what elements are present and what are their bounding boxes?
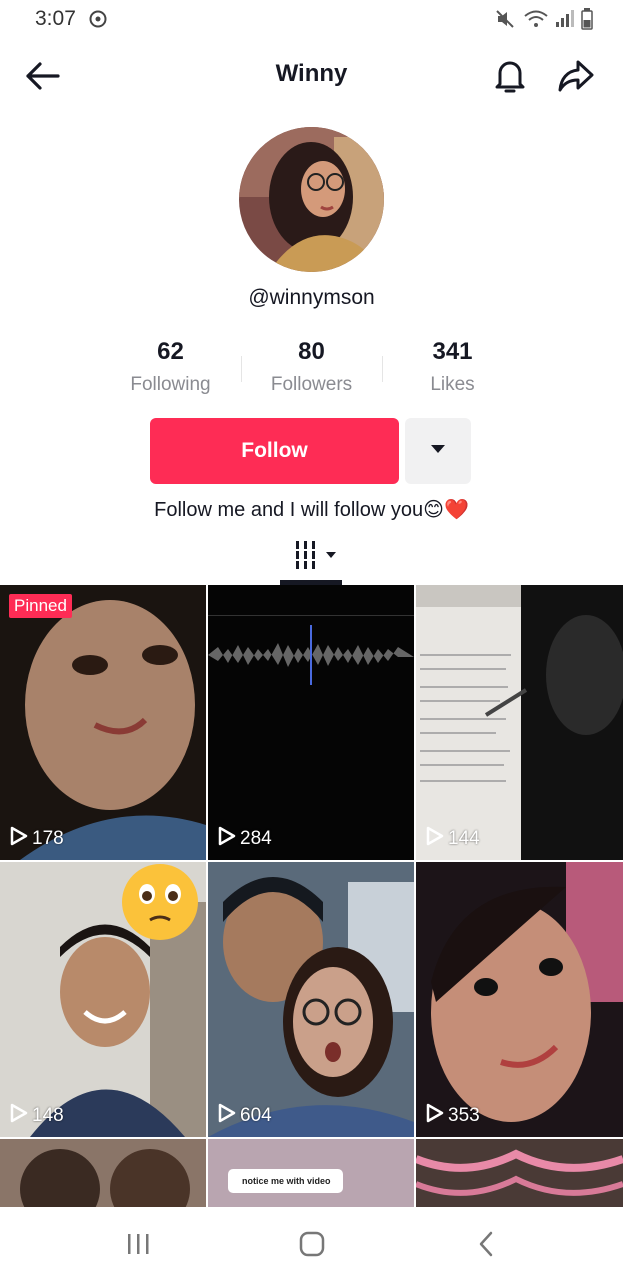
video-thumbnail — [0, 862, 206, 1137]
username: @winnymson — [248, 286, 375, 309]
play-icon — [218, 826, 236, 852]
back-nav-icon[interactable] — [472, 1229, 502, 1259]
video-thumbnail — [208, 1139, 414, 1207]
view-count-label: 148 — [32, 1105, 64, 1126]
view-count: 353 — [426, 1103, 480, 1129]
following-label: Following — [130, 374, 211, 395]
view-count-label: 178 — [32, 828, 64, 849]
video-thumbnail — [208, 862, 414, 1137]
view-count: 604 — [218, 1103, 272, 1129]
reply-caption: notice me with video — [242, 1176, 331, 1186]
status-bar: 3:07 — [0, 0, 623, 38]
video-tile[interactable]: 604 — [208, 862, 414, 1137]
status-time: 3:07 — [35, 7, 76, 30]
video-tile[interactable]: 284 — [208, 585, 414, 860]
view-count: 144 — [426, 826, 480, 852]
video-tile[interactable]: 353 — [416, 862, 623, 1137]
play-icon — [10, 1103, 28, 1129]
header: Winny — [0, 50, 623, 102]
share-icon[interactable] — [556, 58, 596, 94]
video-tile[interactable]: 148 — [0, 862, 206, 1137]
pinned-badge: Pinned — [9, 594, 72, 618]
video-thumbnail — [208, 585, 414, 860]
view-count-label: 144 — [448, 828, 480, 849]
video-thumbnail — [0, 585, 206, 860]
followers-count: 80 — [298, 338, 325, 365]
battery-icon — [581, 8, 593, 35]
video-tile[interactable] — [416, 1139, 623, 1207]
video-thumbnail — [416, 862, 623, 1137]
wifi-icon — [523, 9, 549, 34]
likes-label: Likes — [430, 374, 475, 395]
following-count: 62 — [157, 338, 184, 365]
view-count: 148 — [10, 1103, 64, 1129]
view-count: 284 — [218, 826, 272, 852]
stat-followers[interactable]: 80 Followers — [241, 338, 382, 396]
followers-label: Followers — [270, 374, 353, 395]
page-title: Winny — [275, 60, 348, 87]
view-count: 178 — [10, 826, 64, 852]
likes-count: 341 — [432, 338, 473, 365]
view-count-label: 284 — [240, 828, 272, 849]
suggested-accounts-button[interactable] — [405, 418, 471, 484]
video-tile[interactable]: 144 — [416, 585, 623, 860]
avatar[interactable] — [239, 127, 384, 272]
video-thumbnail — [0, 1139, 206, 1207]
bio: Follow me and I will follow you😊❤️ — [154, 499, 469, 521]
stat-likes: 341 Likes — [382, 338, 523, 396]
signal-icon — [555, 9, 575, 34]
play-icon — [426, 826, 444, 852]
home-icon[interactable] — [297, 1229, 327, 1259]
bell-icon[interactable] — [492, 56, 528, 96]
video-thumbnail — [416, 585, 623, 860]
video-thumbnail — [416, 1139, 623, 1207]
system-nav-bar — [0, 1207, 623, 1280]
videos-grid-tab-icon[interactable] — [294, 540, 340, 570]
stat-following[interactable]: 62 Following — [100, 338, 241, 396]
profile-stats: 62 Following 80 Followers 341 Likes — [100, 338, 523, 402]
status-icons — [495, 8, 593, 35]
play-icon — [10, 826, 28, 852]
video-tile[interactable]: Pinned 178 — [0, 585, 206, 860]
video-tile[interactable]: notice me with video — [208, 1139, 414, 1207]
play-icon — [426, 1103, 444, 1129]
view-count-label: 353 — [448, 1105, 480, 1126]
follow-button[interactable]: Follow — [150, 418, 399, 484]
mute-icon — [495, 9, 517, 34]
view-count-label: 604 — [240, 1105, 272, 1126]
caret-down-icon — [429, 442, 447, 460]
play-icon — [218, 1103, 236, 1129]
video-tile[interactable] — [0, 1139, 206, 1207]
sync-icon — [88, 9, 108, 29]
recent-apps-icon[interactable] — [124, 1229, 154, 1259]
